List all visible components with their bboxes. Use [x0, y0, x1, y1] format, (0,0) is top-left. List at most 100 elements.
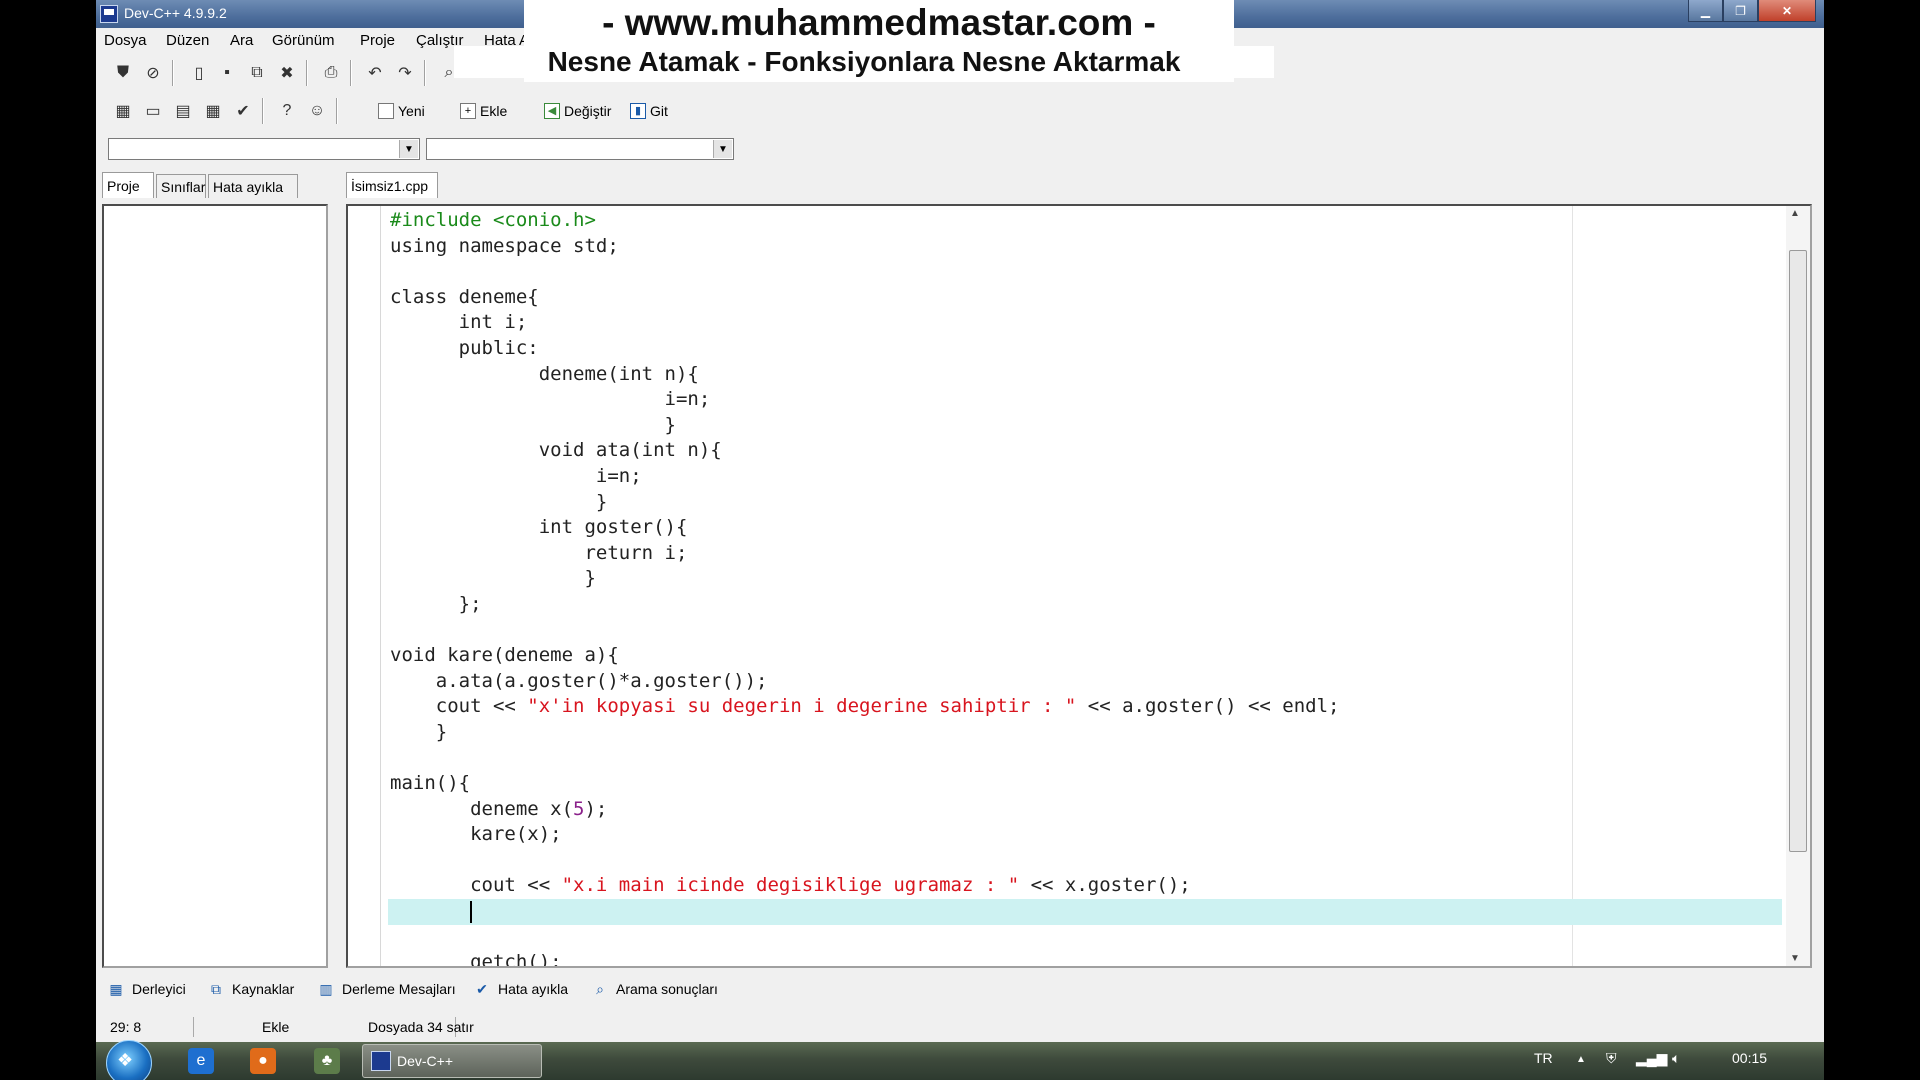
save-all-icon[interactable]: ⧉ [244, 60, 270, 86]
code-line[interactable]: deneme(int n){ [390, 362, 1782, 388]
add-member-button[interactable]: + Ekle [460, 98, 507, 124]
app-icon[interactable] [100, 5, 118, 23]
class-combo[interactable]: ▼ [108, 138, 420, 160]
tab-siniflar[interactable]: Sınıflar [156, 174, 206, 198]
clock[interactable]: 00:15 [1732, 1050, 1767, 1066]
tab-derleme-mesajlari[interactable]: ▥ Derleme Mesajları [316, 976, 455, 1002]
toolbar-separator [172, 60, 174, 86]
rebuild-icon[interactable]: ▦ [200, 98, 226, 124]
code-line[interactable]: cout << "x'in kopyasi su degerin i deger… [390, 694, 1782, 720]
toolbar-separator [336, 98, 338, 124]
code-line[interactable]: void ata(int n){ [390, 438, 1782, 464]
code-line[interactable]: getch(); [390, 950, 1782, 966]
resources-icon: ⧉ [211, 981, 221, 997]
code-line[interactable]: } [390, 490, 1782, 516]
menu-duzen[interactable]: Düzen [166, 32, 209, 49]
tray-expand-icon[interactable]: ▲ [1576, 1054, 1586, 1065]
menu-dosya[interactable]: Dosya [104, 32, 147, 49]
menu-ara[interactable]: Ara [230, 32, 253, 49]
code-token: cout << [390, 695, 528, 718]
menu-gorunum[interactable]: Görünüm [272, 32, 335, 49]
code-line[interactable]: i=n; [390, 464, 1782, 490]
code-line[interactable]: #include <conio.h> [390, 208, 1782, 234]
code-line[interactable]: } [390, 413, 1782, 439]
code-line[interactable] [390, 745, 1782, 771]
scroll-down-icon[interactable]: ▼ [1790, 953, 1800, 964]
code-line[interactable] [390, 848, 1782, 874]
code-line[interactable]: int i; [390, 310, 1782, 336]
code-line[interactable]: return i; [390, 541, 1782, 567]
new-class-button[interactable]: Yeni [378, 98, 425, 124]
tab-kaynaklar[interactable]: ⧉ Kaynaklar [206, 976, 294, 1002]
compile-run-icon[interactable]: ▤ [170, 98, 196, 124]
chevron-down-icon[interactable]: ▼ [713, 140, 732, 158]
code-line[interactable]: main(){ [390, 771, 1782, 797]
volume-icon[interactable]: 🔈︎ [1672, 1050, 1680, 1067]
scrollbar-thumb[interactable] [1789, 250, 1807, 852]
about-icon[interactable]: ☺ [304, 98, 330, 124]
tab-hata-ayikla[interactable]: Hata ayıkla [208, 174, 298, 198]
firefox-icon[interactable]: ● [250, 1048, 276, 1074]
code-line[interactable]: } [390, 720, 1782, 746]
tab-derleyici[interactable]: ▦ Derleyici [106, 976, 185, 1002]
close-button[interactable]: ✕ [1758, 0, 1816, 22]
code-line[interactable]: a.ata(a.goster()*a.goster()); [390, 669, 1782, 695]
security-icon[interactable]: ⛨ [1606, 1050, 1617, 1067]
help-icon[interactable]: ? [274, 98, 300, 124]
project-tree-panel[interactable] [102, 204, 328, 968]
menu-proje[interactable]: Proje [360, 32, 395, 49]
redo-icon[interactable]: ↷ [392, 60, 418, 86]
language-indicator[interactable]: TR [1534, 1050, 1553, 1066]
secondary-toolbar: ▦ ▭ ▤ ▦ ✔ ? ☺ Yeni + Ekle ◀ Değiştir ▮ Git [96, 96, 716, 128]
code-line[interactable]: cout << "x.i main icinde degisiklige ugr… [390, 873, 1782, 899]
debug-check-icon[interactable]: ✔ [230, 98, 256, 124]
undo-icon[interactable]: ↶ [362, 60, 388, 86]
toolbar-separator [306, 60, 308, 86]
goto-button[interactable]: ▮ Git [630, 98, 668, 124]
code-line[interactable]: int goster(){ [390, 515, 1782, 541]
search-icon: ⌕ [596, 981, 604, 997]
open-project-icon[interactable]: ⛊ [110, 60, 136, 86]
code-line[interactable]: class deneme{ [390, 285, 1782, 311]
code-line[interactable]: public: [390, 336, 1782, 362]
change-button[interactable]: ◀ Değiştir [544, 98, 611, 124]
code-editor[interactable]: #include <conio.h> using namespace std; cl… [346, 204, 1812, 968]
tab-isimsiz1-cpp[interactable]: İsimsiz1.cpp [346, 172, 438, 198]
tab-hata-ayikla-bottom[interactable]: ✔ Hata ayıkla [472, 976, 568, 1002]
network-app-icon[interactable]: ♣ [314, 1048, 340, 1074]
minimize-button[interactable]: ▁ [1688, 0, 1723, 22]
compile-icon[interactable]: ▦ [110, 98, 136, 124]
tab-arama-sonuclari[interactable]: ⌕ Arama sonuçları [590, 976, 718, 1002]
close-project-icon[interactable]: ⊘ [140, 60, 166, 86]
new-file-icon[interactable]: ▯ [186, 60, 212, 86]
code-line[interactable]: } [390, 566, 1782, 592]
member-combo[interactable]: ▼ [426, 138, 734, 160]
code-line[interactable] [388, 899, 1782, 925]
close-file-icon[interactable]: ✖ [274, 60, 300, 86]
run-icon[interactable]: ▭ [140, 98, 166, 124]
start-button[interactable]: ❖ [106, 1040, 152, 1080]
code-area[interactable]: #include <conio.h> using namespace std; cl… [388, 208, 1782, 966]
network-signal-icon[interactable]: ▂▄▆ [1636, 1050, 1667, 1067]
code-line[interactable] [390, 618, 1782, 644]
chevron-down-icon[interactable]: ▼ [399, 140, 418, 158]
taskbar-devcpp-button[interactable]: Dev-C++ [362, 1044, 542, 1078]
code-line[interactable] [390, 259, 1782, 285]
code-line[interactable]: void kare(deneme a){ [390, 643, 1782, 669]
bar-chart-icon: ▥ [319, 981, 333, 997]
code-line[interactable]: }; [390, 592, 1782, 618]
vertical-scrollbar[interactable]: ▲ ▼ [1786, 206, 1810, 966]
code-line[interactable] [390, 925, 1782, 951]
scroll-up-icon[interactable]: ▲ [1790, 208, 1800, 219]
code-line[interactable]: using namespace std; [390, 234, 1782, 260]
tab-proje[interactable]: Proje [102, 172, 154, 198]
code-line[interactable]: kare(x); [390, 822, 1782, 848]
maximize-button[interactable]: ❐ [1723, 0, 1758, 22]
print-icon[interactable]: ⎙ [318, 60, 344, 86]
internet-explorer-icon[interactable]: e [188, 1048, 214, 1074]
code-token: public: [390, 336, 539, 359]
save-icon[interactable]: ▪ [214, 60, 240, 86]
code-line[interactable]: deneme x(5); [390, 797, 1782, 823]
code-token: void ata(int n){ [390, 439, 722, 462]
code-line[interactable]: i=n; [390, 387, 1782, 413]
